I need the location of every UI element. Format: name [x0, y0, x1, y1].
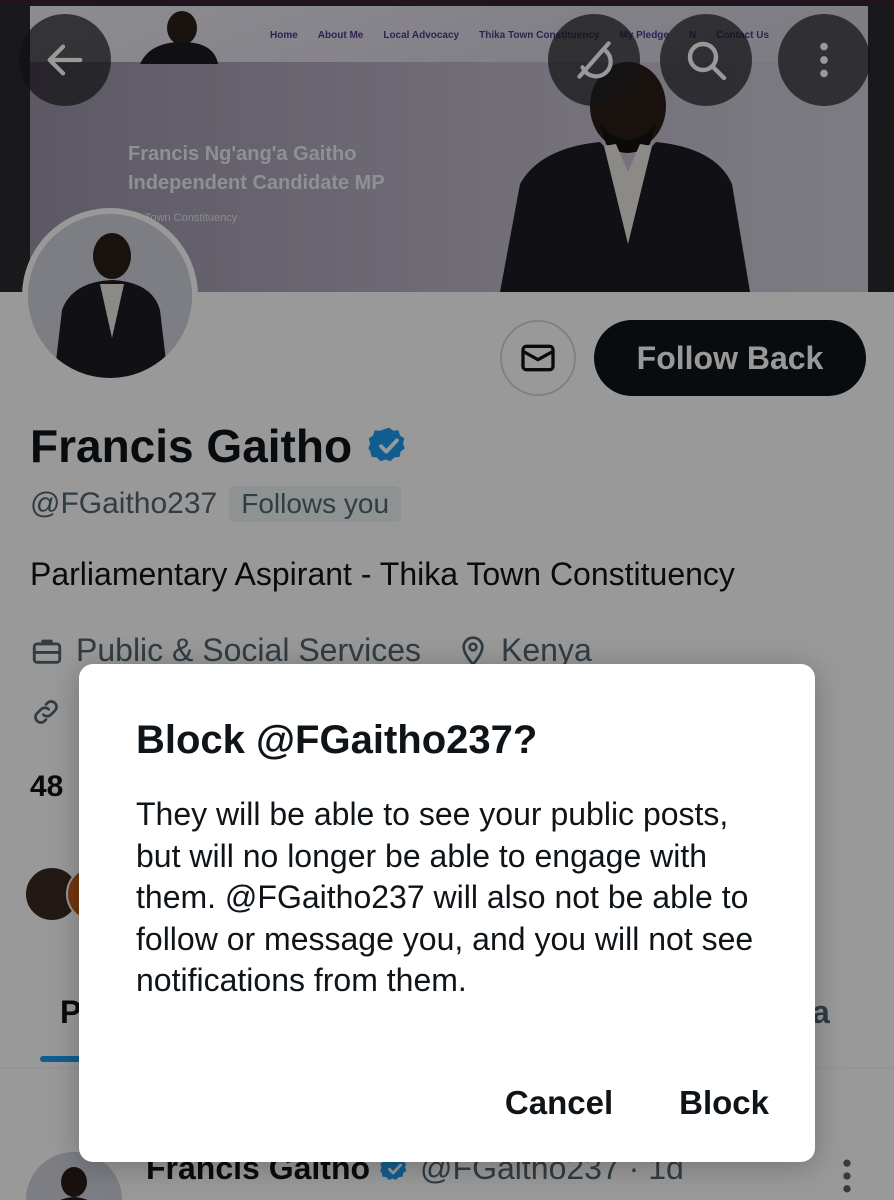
cancel-button[interactable]: Cancel: [505, 1084, 613, 1122]
dialog-title: Block @FGaitho237?: [136, 718, 538, 762]
dialog-body: They will be able to see your public pos…: [136, 796, 754, 998]
block-button[interactable]: Block: [679, 1084, 769, 1122]
block-confirm-dialog: Block @FGaitho237? They will be able to …: [79, 664, 815, 1162]
dialog-actions: Cancel Block: [505, 1084, 769, 1122]
